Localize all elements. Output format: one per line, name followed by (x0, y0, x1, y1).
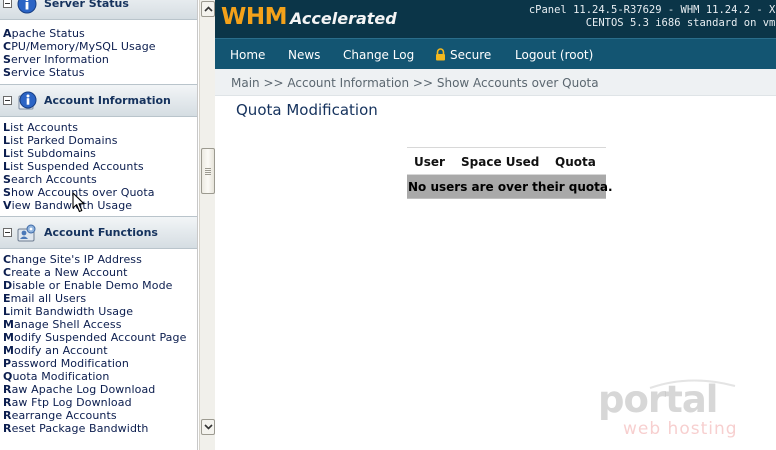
sidebar-link-search-accounts[interactable]: Search Accounts (3, 173, 197, 186)
scroll-down-button[interactable] (201, 419, 215, 435)
account-information-links: List Accounts List Parked Domains List S… (3, 121, 197, 212)
section-title: Account Functions (44, 226, 158, 239)
quota-table: User Space Used Quota No users are over … (407, 147, 613, 200)
sidebar-link-quota-modification[interactable]: Quota Modification (3, 370, 197, 383)
sidebar-link-list-subdomains[interactable]: List Subdomains (3, 147, 197, 160)
sidebar-link-raw-ftp-log[interactable]: Raw Ftp Log Download (3, 396, 197, 409)
scrollbar-thumb[interactable] (201, 148, 215, 194)
left-navigation-frame: Server Status Apache Status CPU/Memory/M… (0, 0, 198, 450)
account-functions-links: Change Site's IP Address Create a New Ac… (3, 253, 197, 435)
chevron-up-icon (204, 6, 213, 12)
sidebar-link-demo-mode[interactable]: Disable or Enable Demo Mode (3, 279, 197, 292)
scroll-up-button[interactable] (201, 1, 215, 17)
logo-whm-text: WHM (221, 4, 288, 30)
sidebar-link-modify-suspended-page[interactable]: Modify Suspended Account Page (3, 331, 197, 344)
section-header-account-functions[interactable]: Account Functions (0, 216, 197, 249)
table-row: No users are over their quota. (407, 175, 613, 199)
sidebar-link-email-all-users[interactable]: Email all Users (3, 292, 197, 305)
sidebar-link-reset-package-bandwidth[interactable]: Reset Package Bandwidth (3, 422, 197, 435)
breadcrumb: Main >> Account Information >> Show Acco… (231, 76, 599, 90)
header-bar: WHM Accelerated cPanel 11.24.5-R37629 - W… (215, 0, 776, 38)
sidebar-link-view-bandwidth-usage[interactable]: View Bandwidth Usage (3, 199, 197, 212)
lock-icon (436, 48, 445, 61)
sidebar-link-server-information[interactable]: Server Information (3, 53, 197, 66)
sidebar-link-raw-apache-log[interactable]: Raw Apache Log Download (3, 383, 197, 396)
sidebar-link-manage-shell-access[interactable]: Manage Shell Access (3, 318, 197, 331)
sidebar-link-show-accounts-over-quota[interactable]: Show Accounts over Quota (3, 186, 197, 199)
sidebar-link-rearrange-accounts[interactable]: Rearrange Accounts (3, 409, 197, 422)
sidebar-link-list-suspended-accounts[interactable]: List Suspended Accounts (3, 160, 197, 173)
sidebar-link-cpu-memory-mysql-usage[interactable]: CPU/Memory/MySQL Usage (3, 40, 197, 53)
version-line-2: CENTOS 5.3 i686 standard on vmat (585, 17, 776, 29)
column-header-space-used: Space Used (461, 155, 540, 169)
account-functions-icon (17, 224, 36, 242)
no-users-message: No users are over their quota. (408, 180, 613, 194)
info-icon (17, 0, 37, 14)
version-line-1: cPanel 11.24.5-R37629 - WHM 11.24.2 - X … (528, 4, 776, 16)
nav-home[interactable]: Home (230, 48, 265, 62)
table-header-row: User Space Used Quota (407, 147, 606, 175)
whm-logo[interactable]: WHM Accelerated (221, 4, 397, 34)
chevron-down-icon (204, 424, 213, 430)
sidebar-link-apache-status[interactable]: Apache Status (3, 27, 197, 40)
sidebar-link-modify-account[interactable]: Modify an Account (3, 344, 197, 357)
version-info: cPanel 11.24.5-R37629 - WHM 11.24.2 - X … (529, 4, 776, 30)
section-header-server-status[interactable]: Server Status (0, 0, 197, 20)
server-status-links: Apache Status CPU/Memory/MySQL Usage Ser… (3, 27, 197, 79)
info-icon (18, 91, 37, 110)
sidebar-link-service-status[interactable]: Service Status (3, 66, 197, 79)
column-header-user: User (414, 155, 445, 169)
logo-accelerated-text: Accelerated (290, 9, 397, 28)
sidebar-link-limit-bandwidth[interactable]: Limit Bandwidth Usage (3, 305, 197, 318)
sidebar-link-change-site-ip[interactable]: Change Site's IP Address (3, 253, 197, 266)
page-title: Quota Modification (236, 101, 378, 119)
nav-secure[interactable]: Secure (450, 48, 491, 62)
nav-news[interactable]: News (288, 48, 320, 62)
collapse-icon[interactable] (3, 228, 12, 237)
breadcrumb-bar: Main >> Account Information >> Show Acco… (215, 69, 776, 96)
section-title: Account Information (44, 94, 171, 107)
nav-logout[interactable]: Logout (root) (515, 48, 593, 62)
sidebar-link-password-modification[interactable]: Password Modification (3, 357, 197, 370)
section-title: Server Status (44, 0, 129, 10)
sidebar-link-list-parked-domains[interactable]: List Parked Domains (3, 134, 197, 147)
portal-watermark-logo: portal web hosting (596, 378, 746, 442)
nav-change-log[interactable]: Change Log (343, 48, 414, 62)
section-header-account-information[interactable]: Account Information (0, 84, 197, 117)
collapse-icon[interactable] (3, 0, 12, 8)
watermark-brand: portal (598, 378, 718, 421)
sidebar-link-create-new-account[interactable]: Create a New Account (3, 266, 197, 279)
sidebar-scrollbar[interactable] (199, 0, 215, 450)
mouse-cursor-icon (72, 192, 85, 213)
sidebar-link-list-accounts[interactable]: List Accounts (3, 121, 197, 134)
column-header-quota: Quota (555, 155, 596, 169)
top-navigation: Home News Change Log Secure Logout (root… (215, 38, 776, 69)
collapse-icon[interactable] (3, 96, 12, 105)
watermark-tagline: web hosting (623, 419, 738, 439)
